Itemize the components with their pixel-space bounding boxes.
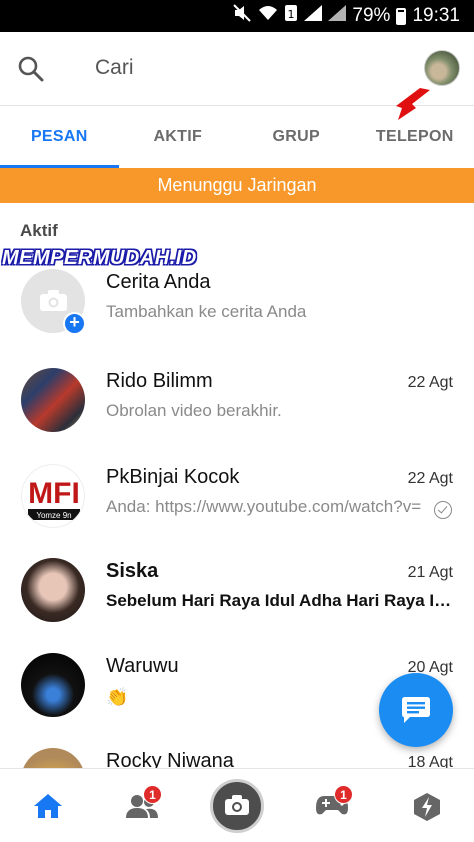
add-story-icon[interactable]: + xyxy=(63,312,86,335)
clap-emoji: 👏 xyxy=(106,687,129,707)
list-item[interactable]: Rocky Niwana 18 Agt xyxy=(0,748,474,768)
contact-name: Siska xyxy=(106,560,159,582)
message-date: 22 Agt xyxy=(407,374,453,391)
message-date: 22 Agt xyxy=(407,470,453,487)
sent-check-icon xyxy=(434,501,452,519)
games-badge: 1 xyxy=(334,785,353,804)
status-bar: 1 79% 19:31 xyxy=(0,0,474,32)
tab-grup[interactable]: GRUP xyxy=(237,106,356,168)
message-date: 21 Agt xyxy=(407,564,453,581)
home-icon xyxy=(34,794,62,818)
search-input[interactable]: Cari xyxy=(95,56,134,80)
camera-icon xyxy=(225,795,249,815)
camera-icon xyxy=(40,290,67,311)
tab-aktif[interactable]: AKTIF xyxy=(119,106,238,168)
story-row[interactable]: + Cerita Anda Tambahkan ke cerita Anda xyxy=(0,269,474,365)
signal-icon xyxy=(304,5,323,27)
network-status-banner: Menunggu Jaringan xyxy=(0,168,474,203)
profile-avatar[interactable] xyxy=(424,50,460,86)
contact-name: Rido Bilimm xyxy=(106,370,213,392)
avatar: MFI Yomze 9n xyxy=(21,464,85,528)
message-date: 18 Agt xyxy=(407,754,453,768)
last-message: Anda: https://www.youtube.com/watch?v= xyxy=(106,497,422,516)
contact-name: PkBinjai Kocok xyxy=(106,466,240,488)
watermark: MEMPERMUDAH.ID xyxy=(2,247,197,269)
list-item[interactable]: Siska Sebelum Hari Raya Idul Adha Hari R… xyxy=(0,558,474,654)
svg-text:1: 1 xyxy=(288,8,295,21)
contact-name: Waruwu xyxy=(106,655,179,677)
new-message-button[interactable] xyxy=(379,673,453,747)
last-message: Obrolan video berakhir. xyxy=(106,401,282,420)
red-arrow-annotation xyxy=(396,88,430,120)
camera-button[interactable] xyxy=(210,779,264,833)
section-label-active: Aktif xyxy=(20,221,58,240)
compose-chat-icon xyxy=(402,697,430,723)
bottom-navigation: 1 1 xyxy=(0,768,474,842)
avatar xyxy=(21,368,85,432)
mute-icon xyxy=(232,3,252,29)
story-title: Cerita Anda xyxy=(106,271,211,293)
list-item[interactable]: MFI Yomze 9n PkBinjai Kocok Anda: https:… xyxy=(0,464,474,560)
people-badge: 1 xyxy=(143,785,162,804)
search-icon[interactable] xyxy=(16,54,46,84)
wifi-icon xyxy=(258,4,278,28)
list-item[interactable]: Rido Bilimm Obrolan video berakhir. 22 A… xyxy=(0,368,474,464)
battery-percent: 79% xyxy=(352,5,391,26)
nav-people[interactable]: 1 xyxy=(112,769,172,842)
last-message: Sebelum Hari Raya Idul Adha Hari Raya Id… xyxy=(106,591,454,610)
clock: 19:31 xyxy=(412,5,460,26)
sim-1-icon: 1 xyxy=(284,4,298,28)
nav-games[interactable]: 1 xyxy=(302,769,362,842)
avatar xyxy=(21,653,85,717)
nav-home[interactable] xyxy=(18,769,78,842)
signal-2-icon xyxy=(328,5,347,27)
lightning-icon xyxy=(414,793,440,821)
svg-text:MFI: MFI xyxy=(28,477,80,510)
avatar xyxy=(21,748,85,768)
tab-pesan[interactable]: PESAN xyxy=(0,106,119,168)
battery-icon xyxy=(396,7,407,25)
avatar-caption: Yomze 9n xyxy=(36,511,71,520)
contact-name: Rocky Niwana xyxy=(106,750,234,768)
avatar xyxy=(21,558,85,622)
story-subtitle: Tambahkan ke cerita Anda xyxy=(106,302,307,321)
nav-discover[interactable] xyxy=(397,769,457,842)
